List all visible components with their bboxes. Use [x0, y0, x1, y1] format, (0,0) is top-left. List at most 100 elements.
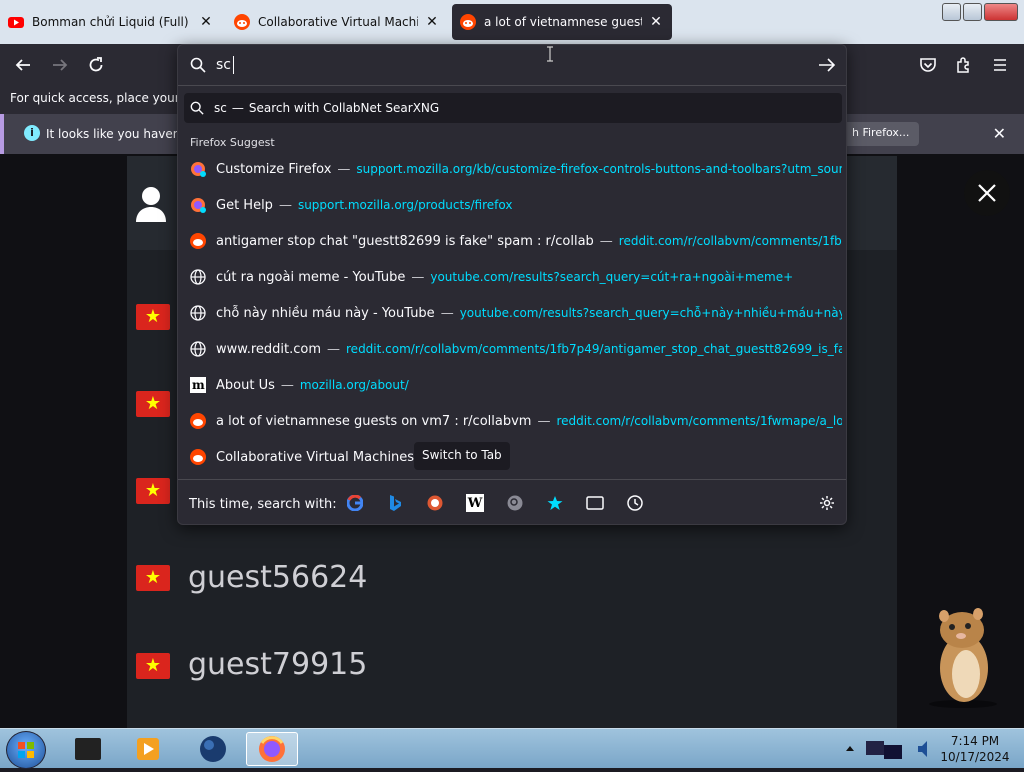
- firefox-icon: [259, 736, 285, 762]
- suggestion-url: reddit.com/r/collabvm/comments/1fb7p49/: [618, 234, 842, 248]
- dash: —: [231, 101, 244, 115]
- hamster-sticker: [929, 608, 997, 708]
- suggestion-row[interactable]: Customize Firefox — support.mozilla.org/…: [184, 152, 842, 186]
- dash: —: [537, 413, 551, 429]
- minimize-button[interactable]: [942, 3, 961, 21]
- vietnam-flag-icon: ★: [136, 478, 170, 504]
- tab-youtube[interactable]: Bomman chửi Liquid (Full) - Yo ✕: [0, 4, 222, 40]
- show-hidden-icons-icon[interactable]: [846, 744, 854, 752]
- close-window-button[interactable]: [984, 3, 1018, 21]
- switch-to-tab-badge[interactable]: Switch to Tab: [414, 442, 510, 470]
- close-notification-icon[interactable]: ✕: [993, 124, 1006, 143]
- suggestion-title: antigamer stop chat "guestt82699 is fake…: [216, 233, 594, 249]
- tab-title: a lot of vietnamnese guests on: [484, 15, 642, 29]
- firefox-icon: [191, 198, 206, 213]
- duckduckgo-engine-button[interactable]: [426, 494, 444, 512]
- dash: —: [411, 269, 425, 285]
- search-suggestion-row[interactable]: sc — Search with CollabNet SearXNG: [184, 93, 842, 123]
- dash: —: [280, 377, 294, 393]
- suggestion-title: Get Help: [216, 197, 273, 213]
- suggestion-url: support.mozilla.org/products/firefox: [297, 198, 513, 212]
- searxng-engine-button[interactable]: [506, 494, 524, 512]
- star-icon: [547, 496, 563, 510]
- urlbar-input[interactable]: sc: [216, 57, 231, 73]
- suggestion-row[interactable]: cút ra ngoài meme - YouTube — youtube.co…: [184, 260, 842, 294]
- volume-icon[interactable]: [916, 739, 932, 759]
- urlbar-input-row[interactable]: sc: [178, 45, 846, 85]
- network-icon[interactable]: [864, 737, 908, 761]
- search-action: Search with CollabNet SearXNG: [248, 101, 440, 115]
- clock[interactable]: 7:14 PM 10/17/2024: [940, 733, 1010, 765]
- section-title: Firefox Suggest: [190, 136, 275, 149]
- notification-action-button[interactable]: h Firefox...: [842, 122, 920, 146]
- suggestion-url: youtube.com/results?search_query=cút+ra+…: [430, 270, 794, 284]
- suggestion-row[interactable]: m About Us — mozilla.org/about/: [184, 368, 842, 402]
- reload-button[interactable]: [83, 52, 109, 78]
- search-settings-button[interactable]: [818, 494, 836, 512]
- suggestion-row[interactable]: a lot of vietnamnese guests on vm7 : r/c…: [184, 404, 842, 438]
- window-controls: [942, 3, 1018, 21]
- pocket-button[interactable]: [915, 52, 941, 78]
- globe-icon: [190, 269, 206, 285]
- tab-reddit-active[interactable]: a lot of vietnamnese guests on ✕: [452, 4, 672, 40]
- suggestion-url: reddit.com/r/collabvm/comments/1fb7p49/a…: [346, 342, 842, 356]
- reddit-icon: [460, 14, 476, 30]
- user-icon: [136, 187, 166, 222]
- tab-title: Collaborative Virtual Machines!: [258, 15, 418, 29]
- suggestion-title: Collaborative Virtual Machines!: [216, 449, 420, 465]
- suggestion-title: Customize Firefox: [216, 161, 332, 177]
- suggestion-title: About Us: [216, 377, 275, 393]
- globe-icon: [190, 341, 206, 357]
- extensions-button[interactable]: [951, 52, 977, 78]
- suggestion-row[interactable]: Get Help — support.mozilla.org/products/…: [184, 188, 842, 222]
- back-button[interactable]: [10, 52, 36, 78]
- pocket-icon: [920, 58, 936, 72]
- back-arrow-icon: [15, 59, 30, 71]
- suggestion-title: www.reddit.com: [216, 341, 322, 357]
- suggestion-url: mozilla.org/about/: [299, 378, 409, 392]
- dash: —: [440, 305, 454, 321]
- dash: —: [337, 161, 351, 177]
- suggestion-row[interactable]: antigamer stop chat "guestt82699 is fake…: [184, 224, 842, 258]
- maximize-button[interactable]: [963, 3, 982, 21]
- close-tab-icon[interactable]: ✕: [424, 14, 440, 30]
- taskbar-app-terminal[interactable]: [62, 732, 114, 766]
- menu-button[interactable]: [987, 52, 1013, 78]
- history-engine-button[interactable]: [626, 494, 644, 512]
- globe-app-icon: [200, 736, 226, 762]
- taskbar-app-firefox[interactable]: [246, 732, 298, 766]
- gear-icon: [820, 496, 834, 510]
- guest-username: guest56624: [188, 560, 368, 595]
- wikipedia-engine-button[interactable]: W: [466, 494, 484, 512]
- search-icon: [190, 57, 206, 73]
- tab-collabvm[interactable]: Collaborative Virtual Machines! ✕: [226, 4, 448, 40]
- start-button[interactable]: [6, 731, 46, 769]
- bookmarks-engine-button[interactable]: [546, 494, 564, 512]
- google-engine-button[interactable]: [346, 494, 364, 512]
- suggestion-row[interactable]: chỗ này nhiều máu này - YouTube — youtub…: [184, 296, 842, 330]
- suggestion-row[interactable]: www.reddit.com — reddit.com/r/collabvm/c…: [184, 332, 842, 366]
- terminal-icon: [75, 738, 101, 760]
- suggestion-row[interactable]: Collaborative Virtual Machines!: [184, 440, 842, 474]
- firefox-icon: [191, 162, 206, 177]
- taskbar-app-media-player[interactable]: [122, 732, 174, 766]
- bing-engine-button[interactable]: [386, 494, 404, 512]
- searxng-icon: [507, 495, 523, 511]
- windows-logo-icon: [18, 742, 34, 758]
- close-tab-icon[interactable]: ✕: [198, 14, 214, 30]
- go-arrow-icon[interactable]: [818, 57, 836, 73]
- mozilla-icon: m: [190, 377, 206, 393]
- close-overlay-button[interactable]: [964, 170, 1010, 216]
- youtube-icon: [8, 17, 24, 28]
- suggestion-title: cút ra ngoài meme - YouTube: [216, 269, 406, 285]
- google-icon: [347, 495, 363, 511]
- tabs-engine-button[interactable]: [586, 494, 604, 512]
- search-term: sc: [214, 101, 227, 115]
- close-tab-icon[interactable]: ✕: [648, 14, 664, 30]
- media-player-icon: [137, 738, 159, 760]
- taskbar-app-globe[interactable]: [187, 732, 239, 766]
- forward-button[interactable]: [47, 52, 73, 78]
- notification-message: It looks like you haven't s: [46, 127, 199, 141]
- clock-icon: [627, 495, 643, 511]
- reddit-icon: [190, 449, 206, 465]
